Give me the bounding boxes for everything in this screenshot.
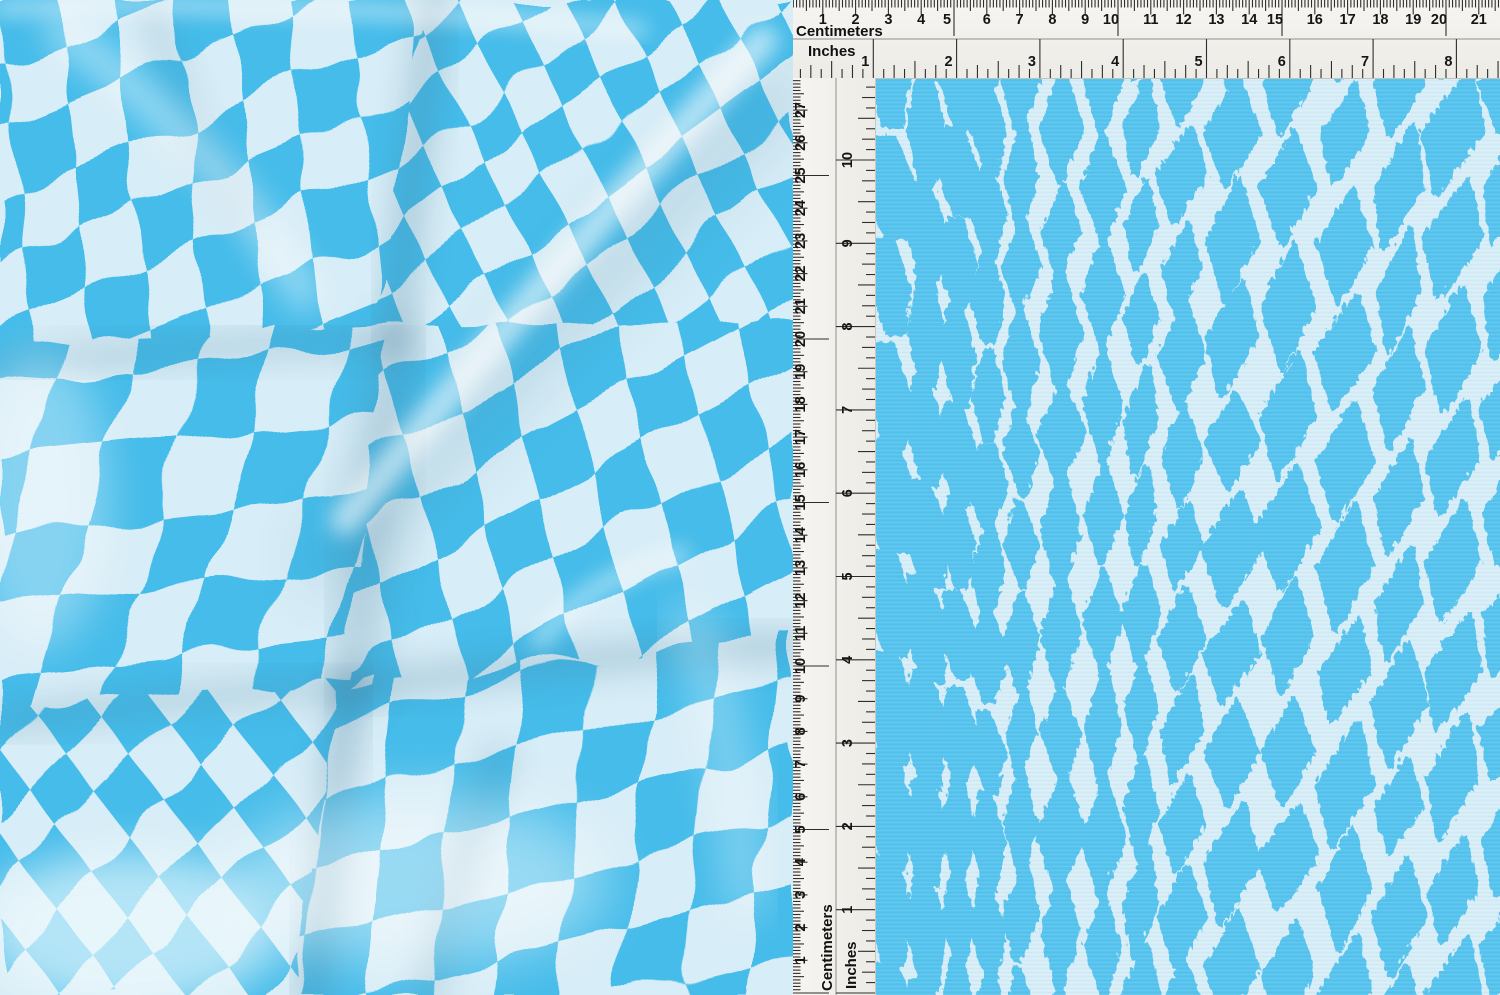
svg-text:7: 7 — [1361, 54, 1369, 70]
svg-text:19: 19 — [793, 364, 809, 380]
svg-text:10: 10 — [840, 152, 856, 168]
svg-text:12: 12 — [793, 593, 809, 609]
svg-text:4: 4 — [793, 858, 809, 866]
svg-text:7: 7 — [840, 406, 856, 414]
svg-text:14: 14 — [1241, 12, 1257, 28]
svg-text:7: 7 — [793, 760, 809, 768]
flat-fabric-swatch — [875, 78, 1500, 995]
svg-text:1: 1 — [840, 906, 856, 914]
svg-text:2: 2 — [793, 924, 809, 932]
svg-text:8: 8 — [1444, 54, 1452, 70]
svg-text:18: 18 — [793, 396, 809, 412]
svg-text:17: 17 — [793, 429, 809, 445]
svg-text:10: 10 — [1103, 12, 1119, 28]
svg-text:2: 2 — [945, 54, 953, 70]
svg-text:12: 12 — [1176, 12, 1192, 28]
svg-text:16: 16 — [793, 462, 809, 478]
svg-text:7: 7 — [1016, 12, 1024, 28]
svg-text:27: 27 — [793, 102, 809, 118]
svg-text:21: 21 — [1471, 12, 1487, 28]
svg-text:11: 11 — [793, 626, 809, 641]
horizontal-ruler-scale: 1234567891011121314151617181920211234567… — [793, 0, 1500, 78]
svg-text:5: 5 — [840, 572, 856, 580]
svg-text:4: 4 — [840, 656, 856, 664]
crumpled-fabric-image — [0, 0, 793, 995]
svg-text:6: 6 — [840, 489, 856, 497]
svg-text:14: 14 — [793, 527, 809, 543]
svg-text:2: 2 — [840, 822, 856, 830]
svg-text:9: 9 — [1081, 12, 1089, 28]
svg-text:3: 3 — [884, 12, 892, 28]
svg-text:20: 20 — [1431, 12, 1447, 28]
crumpled-fabric-photo — [0, 0, 793, 995]
fabric-product-photo: 1234567891011121314151617181920211234567… — [0, 0, 1500, 995]
svg-text:19: 19 — [1405, 12, 1421, 28]
svg-text:13: 13 — [1208, 12, 1224, 28]
svg-text:13: 13 — [793, 560, 809, 576]
svg-text:18: 18 — [1372, 12, 1388, 28]
svg-text:25: 25 — [793, 167, 809, 183]
svg-text:3: 3 — [1028, 54, 1036, 70]
svg-text:9: 9 — [840, 239, 856, 247]
vertical-ruler-centimeters-label: Centimeters — [819, 904, 836, 991]
svg-text:6: 6 — [793, 793, 809, 801]
horizontal-ruler: 1234567891011121314151617181920211234567… — [793, 0, 1500, 79]
svg-text:5: 5 — [1194, 54, 1202, 70]
svg-text:6: 6 — [983, 12, 991, 28]
svg-text:22: 22 — [793, 266, 809, 282]
svg-text:11: 11 — [1143, 12, 1158, 28]
horizontal-ruler-centimeters-label: Centimeters — [796, 23, 883, 40]
vertical-ruler-scale: 1234567891011121314151617181920212223242… — [793, 78, 875, 995]
svg-text:8: 8 — [1048, 12, 1056, 28]
svg-text:1: 1 — [861, 54, 869, 70]
svg-text:17: 17 — [1340, 12, 1356, 28]
svg-text:21: 21 — [793, 298, 809, 314]
svg-text:4: 4 — [917, 12, 925, 28]
svg-text:26: 26 — [793, 135, 809, 151]
vertical-ruler: 1234567891011121314151617181920212223242… — [793, 78, 876, 995]
svg-text:8: 8 — [793, 727, 809, 735]
svg-text:23: 23 — [793, 233, 809, 249]
svg-text:3: 3 — [793, 891, 809, 899]
svg-text:24: 24 — [793, 200, 809, 216]
svg-text:16: 16 — [1307, 12, 1323, 28]
vertical-ruler-inches-label: Inches — [843, 941, 860, 989]
svg-text:6: 6 — [1278, 54, 1286, 70]
flat-fabric-image — [875, 78, 1500, 995]
svg-text:10: 10 — [793, 658, 809, 674]
svg-text:1: 1 — [793, 956, 809, 964]
svg-text:4: 4 — [1111, 54, 1119, 70]
svg-text:5: 5 — [793, 825, 809, 833]
horizontal-ruler-inches-label: Inches — [808, 43, 856, 60]
svg-text:5: 5 — [943, 12, 951, 28]
svg-text:15: 15 — [1267, 12, 1283, 28]
svg-text:20: 20 — [793, 331, 809, 347]
svg-text:8: 8 — [840, 323, 856, 331]
svg-text:9: 9 — [793, 695, 809, 703]
svg-text:3: 3 — [840, 739, 856, 747]
svg-text:15: 15 — [793, 494, 809, 510]
